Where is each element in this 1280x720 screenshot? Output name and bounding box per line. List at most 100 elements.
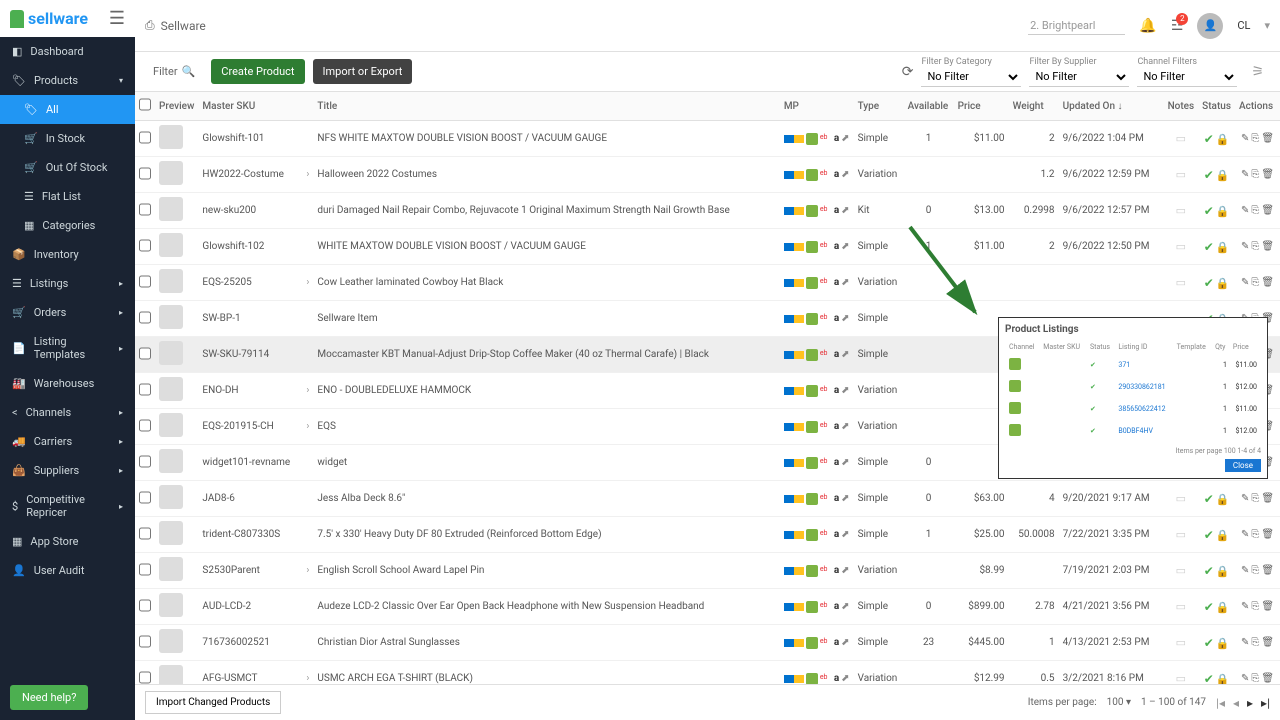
filter-channel[interactable]: Channel Filters No Filter xyxy=(1137,57,1237,87)
chevron-right-icon[interactable]: › xyxy=(306,421,309,432)
delete-icon[interactable]: 🗑 xyxy=(1261,673,1274,684)
col-header[interactable]: Title xyxy=(313,92,779,121)
product-thumbnail[interactable] xyxy=(159,557,183,581)
need-help-button[interactable]: Need help? xyxy=(10,685,88,710)
product-thumbnail[interactable] xyxy=(159,161,183,185)
table-row[interactable]: Glowshift-101 NFS WHITE MAXTOW DOUBLE VI… xyxy=(135,121,1280,157)
filter-supplier-select[interactable]: No Filter xyxy=(1029,67,1129,87)
external-link-icon[interactable]: ⬈ xyxy=(841,565,849,576)
note-icon[interactable]: ▭ xyxy=(1176,132,1186,145)
product-thumbnail[interactable] xyxy=(159,341,183,365)
external-link-icon[interactable]: ⬈ xyxy=(841,241,849,252)
row-checkbox[interactable] xyxy=(139,419,151,432)
queue-icon[interactable]: ☲2 xyxy=(1171,18,1184,34)
nav-warehouses[interactable]: 🏭Warehouses xyxy=(0,369,135,398)
table-row[interactable]: EQS-25205 › Cow Leather laminated Cowboy… xyxy=(135,265,1280,301)
row-checkbox[interactable] xyxy=(139,455,151,468)
note-icon[interactable]: ▭ xyxy=(1176,168,1186,181)
copy-icon[interactable]: ⎘ xyxy=(1251,529,1259,540)
hamburger-icon[interactable]: ☰ xyxy=(109,8,125,29)
user-initials[interactable]: CL xyxy=(1237,19,1250,32)
product-thumbnail[interactable] xyxy=(159,521,183,545)
delete-icon[interactable]: 🗑 xyxy=(1261,529,1274,540)
delete-icon[interactable]: 🗑 xyxy=(1261,565,1274,576)
nav-listings[interactable]: ☰Listings▸ xyxy=(0,269,135,298)
product-thumbnail[interactable] xyxy=(159,233,183,257)
product-thumbnail[interactable] xyxy=(159,125,183,149)
copy-icon[interactable]: ⎘ xyxy=(1251,133,1259,144)
edit-icon[interactable]: ✎ xyxy=(1241,493,1249,504)
external-link-icon[interactable]: ⬈ xyxy=(841,169,849,180)
nav-app-store[interactable]: ▦App Store xyxy=(0,527,135,556)
pager-prev[interactable]: ◂ xyxy=(1233,696,1239,710)
edit-icon[interactable]: ✎ xyxy=(1241,241,1249,252)
filter-button[interactable]: Filter 🔍 xyxy=(145,61,203,82)
col-header[interactable] xyxy=(135,92,155,121)
delete-icon[interactable]: 🗑 xyxy=(1261,133,1274,144)
refresh-icon[interactable]: ⟳ xyxy=(902,64,914,80)
table-row[interactable]: 716736002521 Christian Dior Astral Sungl… xyxy=(135,625,1280,661)
bell-icon[interactable]: 🔔 xyxy=(1139,18,1156,34)
note-icon[interactable]: ▭ xyxy=(1176,204,1186,217)
table-row[interactable]: HW2022-Costume › Halloween 2022 Costumes… xyxy=(135,157,1280,193)
external-link-icon[interactable]: ⬈ xyxy=(841,493,849,504)
copy-icon[interactable]: ⎘ xyxy=(1251,493,1259,504)
row-checkbox[interactable] xyxy=(139,311,151,324)
filter-channel-select[interactable]: No Filter xyxy=(1137,67,1237,87)
nav-inventory[interactable]: 📦Inventory xyxy=(0,240,135,269)
delete-icon[interactable]: 🗑 xyxy=(1261,277,1274,288)
nav-competitive-repricer[interactable]: $Competitive Repricer▸ xyxy=(0,485,135,527)
external-link-icon[interactable]: ⬈ xyxy=(841,421,849,432)
edit-icon[interactable]: ✎ xyxy=(1241,133,1249,144)
edit-icon[interactable]: ✎ xyxy=(1241,169,1249,180)
copy-icon[interactable]: ⎘ xyxy=(1251,205,1259,216)
org-selector[interactable]: 2. Brightpearl xyxy=(1028,17,1125,35)
nav-user-audit[interactable]: 👤User Audit xyxy=(0,556,135,585)
chevron-right-icon[interactable]: › xyxy=(306,277,309,288)
chevron-down-icon[interactable]: ▾ xyxy=(1264,19,1270,32)
copy-icon[interactable]: ⎘ xyxy=(1251,601,1259,612)
product-thumbnail[interactable] xyxy=(159,413,183,437)
table-row[interactable]: AUD-LCD-2 Audeze LCD-2 Classic Over Ear … xyxy=(135,589,1280,625)
edit-icon[interactable]: ✎ xyxy=(1241,277,1249,288)
table-row[interactable]: new-sku200 duri Damaged Nail Repair Comb… xyxy=(135,193,1280,229)
row-checkbox[interactable] xyxy=(139,167,151,180)
col-header[interactable]: Actions xyxy=(1235,92,1280,121)
table-row[interactable]: JAD8-6 Jess Alba Deck 8.6" eba⬈ Simple 0… xyxy=(135,481,1280,517)
import-export-button[interactable]: Import or Export xyxy=(313,59,413,84)
product-thumbnail[interactable] xyxy=(159,377,183,401)
col-header[interactable]: Weight xyxy=(1009,92,1059,121)
pager-first[interactable]: |◂ xyxy=(1216,696,1225,710)
pager-last[interactable]: ▸| xyxy=(1261,696,1270,710)
external-link-icon[interactable]: ⬈ xyxy=(841,673,849,684)
row-checkbox[interactable] xyxy=(139,239,151,252)
nav-channels[interactable]: <Channels▸ xyxy=(0,398,135,427)
row-checkbox[interactable] xyxy=(139,203,151,216)
product-thumbnail[interactable] xyxy=(159,593,183,617)
copy-icon[interactable]: ⎘ xyxy=(1251,277,1259,288)
col-header[interactable]: MP xyxy=(780,92,854,121)
note-icon[interactable]: ▭ xyxy=(1176,528,1186,541)
nav-sub-all[interactable]: 🏷All xyxy=(0,95,135,124)
col-header[interactable]: Preview xyxy=(155,92,198,121)
nav-dashboard[interactable]: ◧Dashboard xyxy=(0,37,135,66)
external-link-icon[interactable]: ⬈ xyxy=(841,529,849,540)
product-thumbnail[interactable] xyxy=(159,485,183,509)
external-link-icon[interactable]: ⬈ xyxy=(841,277,849,288)
copy-icon[interactable]: ⎘ xyxy=(1251,241,1259,252)
edit-icon[interactable]: ✎ xyxy=(1241,565,1249,576)
select-all-checkbox[interactable] xyxy=(139,98,151,111)
product-thumbnail[interactable] xyxy=(159,269,183,293)
table-row[interactable]: S2530Parent › English Scroll School Awar… xyxy=(135,553,1280,589)
avatar[interactable]: 👤 xyxy=(1197,13,1223,39)
note-icon[interactable]: ▭ xyxy=(1176,600,1186,613)
note-icon[interactable]: ▭ xyxy=(1176,564,1186,577)
col-header[interactable]: Master SKU xyxy=(198,92,313,121)
delete-icon[interactable]: 🗑 xyxy=(1261,601,1274,612)
copy-icon[interactable]: ⎘ xyxy=(1251,565,1259,576)
table-row[interactable]: Glowshift-102 WHITE MAXTOW DOUBLE VISION… xyxy=(135,229,1280,265)
col-header[interactable]: Available xyxy=(904,92,954,121)
nav-sub-categories[interactable]: ▦Categories xyxy=(0,211,135,240)
delete-icon[interactable]: 🗑 xyxy=(1261,205,1274,216)
nav-sub-flat-list[interactable]: ☰Flat List xyxy=(0,182,135,211)
